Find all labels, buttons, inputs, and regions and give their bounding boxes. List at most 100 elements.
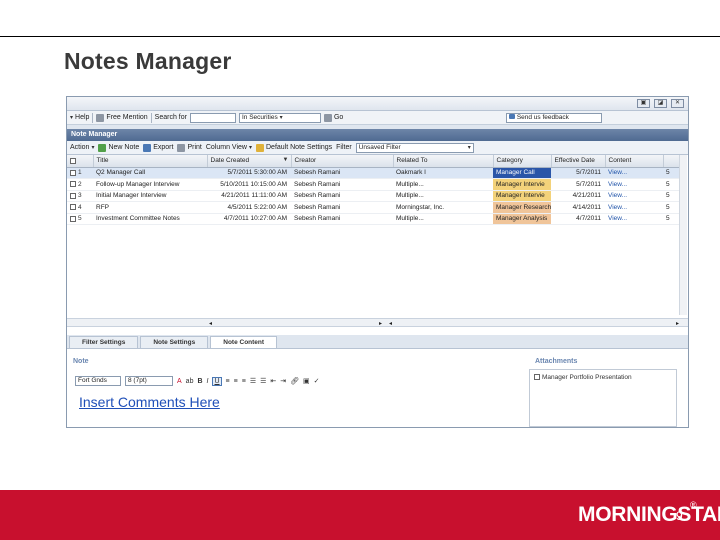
main-toolbar: ▾ Help Free Mention Search for In Securit…	[67, 111, 688, 125]
search-scope-select[interactable]: In Securities ▾	[238, 112, 321, 123]
print-button[interactable]: Print	[177, 143, 202, 152]
scroll-right-icon[interactable]: ▸	[379, 320, 382, 327]
select-all-checkbox[interactable]	[70, 157, 76, 164]
action-menu[interactable]: Action ▾	[70, 144, 94, 151]
cell-date-created: 5/10/2011 10:15:00 AM	[207, 178, 291, 191]
insert-comments-link[interactable]: Insert Comments Here	[79, 394, 220, 410]
cell-effective-date: 4/7/2011	[551, 213, 605, 225]
cell-related-to: Morningstar, Inc.	[393, 201, 493, 214]
highlight-icon[interactable]: ab	[186, 378, 194, 385]
cell-creator: Sebesh Ramani	[291, 178, 393, 191]
bullet-list-icon[interactable]: ☰	[250, 377, 256, 385]
default-note-settings-button[interactable]: Default Note Settings	[256, 143, 332, 152]
column-view-menu[interactable]: Column View ▾	[206, 144, 252, 151]
export-button[interactable]: Export	[143, 143, 173, 152]
notes-table: Title Date Created ▼ Creator Related To …	[67, 155, 683, 225]
formatting-toolbar: Fort Gnds 8 (7pt) A ab B I U ≡ ≡ ≡ ☰ ☰ ⇤…	[75, 375, 525, 387]
table-row[interactable]: 3 Initial Manager Interview 4/21/2011 11:1…	[67, 190, 682, 202]
restore-icon[interactable]: ▣	[637, 99, 650, 108]
row-checkbox[interactable]	[70, 169, 76, 176]
cell-date-created: 5/7/2011 5:30:00 AM	[207, 167, 291, 179]
help-menu[interactable]: ▾ Help	[70, 114, 89, 121]
tab-note-content[interactable]: Note Content	[210, 336, 278, 348]
align-center-icon[interactable]: ≡	[234, 378, 238, 385]
export-icon	[143, 143, 152, 152]
scroll-left-icon[interactable]: ◂	[209, 320, 212, 327]
bold-icon[interactable]: B	[197, 378, 202, 385]
printer-icon	[177, 143, 186, 152]
new-note-button[interactable]: New Note	[98, 143, 139, 152]
chevron-down-icon: ▾	[279, 114, 283, 121]
numbered-list-icon[interactable]: ☰	[260, 377, 266, 385]
cell-title: Investment Committee Notes	[93, 213, 207, 225]
column-header-date-created[interactable]: Date Created ▼	[207, 155, 292, 168]
free-mention-button[interactable]: Free Mention	[96, 113, 148, 122]
table-row[interactable]: 4 RFP 4/5/2011 5:22:00 AM Sebesh Ramani Morn…	[67, 201, 682, 214]
feedback-button[interactable]: Send us feedback	[506, 112, 602, 123]
row-select-cell[interactable]: 4	[67, 201, 93, 214]
table-row[interactable]: 5 Investment Committee Notes 4/7/2011 10:2…	[67, 213, 682, 225]
indent-icon[interactable]: ⇥	[280, 377, 286, 385]
row-select-cell[interactable]: 3	[67, 190, 93, 202]
cell-content-link[interactable]: View...	[605, 201, 663, 214]
search-input[interactable]	[189, 112, 236, 123]
font-size-select[interactable]: 8 (7pt)	[125, 376, 173, 386]
cell-date-created: 4/5/2011 5:22:00 AM	[207, 201, 291, 214]
row-select-cell[interactable]: 5	[67, 213, 93, 225]
link-icon[interactable]: 🔗︎	[290, 377, 299, 385]
cell-creator: Sebesh Ramani	[291, 213, 393, 225]
row-checkbox[interactable]	[70, 192, 76, 199]
select-all-header[interactable]	[67, 155, 94, 168]
detail-tabs: Filter Settings Note Settings Note Conte…	[67, 335, 688, 349]
column-header-effective-date[interactable]: Effective Date	[551, 155, 606, 168]
column-header-content[interactable]: Content	[605, 155, 664, 168]
spellcheck-icon[interactable]: ✓	[314, 377, 320, 385]
font-color-icon[interactable]: A	[177, 378, 182, 385]
tab-filter-settings[interactable]: Filter Settings	[69, 336, 139, 348]
italic-icon[interactable]: I	[207, 378, 209, 385]
outdent-icon[interactable]: ⇤	[270, 377, 276, 385]
app-window: ▣ ◪ ✕ ▾ Help Free Mention Search for In S…	[66, 96, 689, 428]
column-header-creator[interactable]: Creator	[291, 155, 394, 168]
align-right-icon[interactable]: ≡	[242, 378, 246, 385]
note-label: Note	[73, 358, 89, 365]
cell-content-link[interactable]: View...	[605, 190, 663, 202]
filter-select[interactable]: Unsaved Filter ▾	[355, 142, 474, 153]
grid-horizontal-scrollbar[interactable]: ◂ ▸ ◂ ▸	[67, 318, 688, 327]
column-header-title[interactable]: Title	[93, 155, 208, 168]
font-family-select[interactable]: Fort Gnds	[75, 376, 121, 386]
row-select-cell[interactable]: 1	[67, 167, 93, 179]
column-header-category[interactable]: Category	[493, 155, 552, 168]
attachment-checkbox[interactable]	[534, 374, 540, 381]
go-button[interactable]: Go	[323, 113, 343, 122]
row-checkbox[interactable]	[70, 215, 76, 222]
cell-related-to: Multiple...	[393, 190, 493, 202]
row-checkbox[interactable]	[70, 204, 76, 211]
scroll-left-icon[interactable]: ◂	[389, 320, 392, 327]
cell-content-link[interactable]: View...	[605, 178, 663, 191]
cell-content-link[interactable]: View...	[605, 213, 663, 225]
morningstar-logo: MORNINGSTAR	[578, 503, 720, 526]
scroll-right-icon[interactable]: ▸	[676, 320, 679, 327]
underline-icon[interactable]: U	[212, 376, 222, 386]
row-checkbox[interactable]	[70, 181, 76, 188]
row-number: 3	[78, 192, 82, 200]
image-icon[interactable]: ▣	[303, 377, 310, 385]
tab-note-settings[interactable]: Note Settings	[140, 336, 209, 348]
table-row[interactable]: 1 Q2 Manager Call 5/7/2011 5:30:00 AM Sebes…	[67, 167, 682, 179]
row-select-cell[interactable]: 2	[67, 178, 93, 191]
close-icon[interactable]: ✕	[671, 99, 684, 108]
align-left-icon[interactable]: ≡	[226, 378, 230, 385]
attachments-label: Attachments	[535, 358, 578, 365]
cell-creator: Sebesh Ramani	[291, 201, 393, 214]
chevron-down-icon: ▾	[248, 145, 252, 151]
table-row[interactable]: 2 Follow-up Manager Interview 5/10/2011 10…	[67, 178, 682, 191]
cell-content-link[interactable]: View...	[605, 167, 663, 179]
cell-creator: Sebesh Ramani	[291, 167, 393, 179]
filter-label: Filter	[336, 144, 352, 151]
maximize-icon[interactable]: ◪	[654, 99, 667, 108]
attachment-item[interactable]: Manager Portfolio Presentation	[534, 374, 632, 381]
grid-vertical-scrollbar[interactable]	[679, 155, 687, 315]
toolbar-divider	[150, 112, 152, 123]
column-header-related-to[interactable]: Related To	[393, 155, 494, 168]
